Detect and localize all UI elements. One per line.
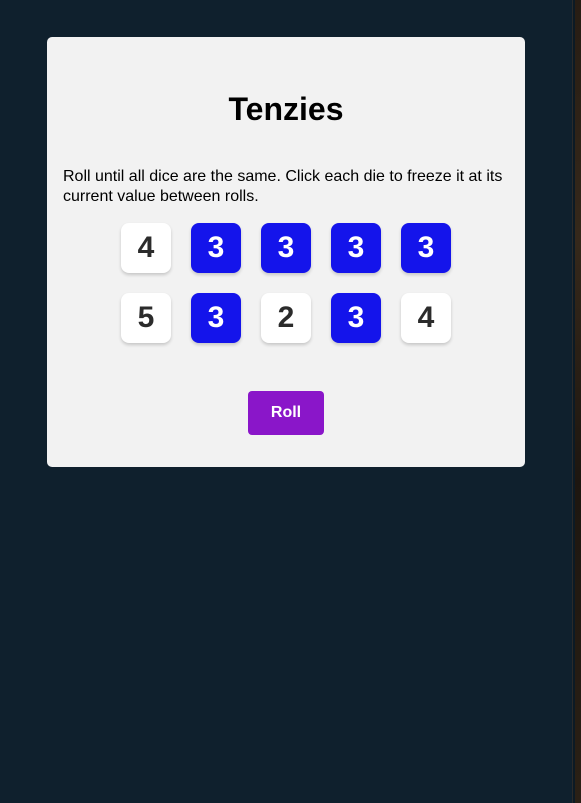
die[interactable]: 3: [191, 293, 241, 343]
game-card: Tenzies Roll until all dice are the same…: [47, 37, 525, 467]
instructions-text: Roll until all dice are the same. Click …: [63, 168, 503, 205]
die[interactable]: 4: [121, 223, 171, 273]
die[interactable]: 4: [401, 293, 451, 343]
dice-grid: 4 3 3 3 3 5 3 2 3 4: [121, 223, 451, 343]
die[interactable]: 3: [331, 293, 381, 343]
die[interactable]: 2: [261, 293, 311, 343]
die[interactable]: 3: [401, 223, 451, 273]
die[interactable]: 3: [261, 223, 311, 273]
die[interactable]: 3: [191, 223, 241, 273]
die[interactable]: 5: [121, 293, 171, 343]
window-edge: [572, 0, 581, 803]
roll-button[interactable]: Roll: [248, 391, 324, 435]
page-title: Tenzies: [228, 91, 344, 127]
page-background: { "app": { "title": "Tenzies", "instruct…: [0, 0, 581, 803]
die[interactable]: 3: [331, 223, 381, 273]
